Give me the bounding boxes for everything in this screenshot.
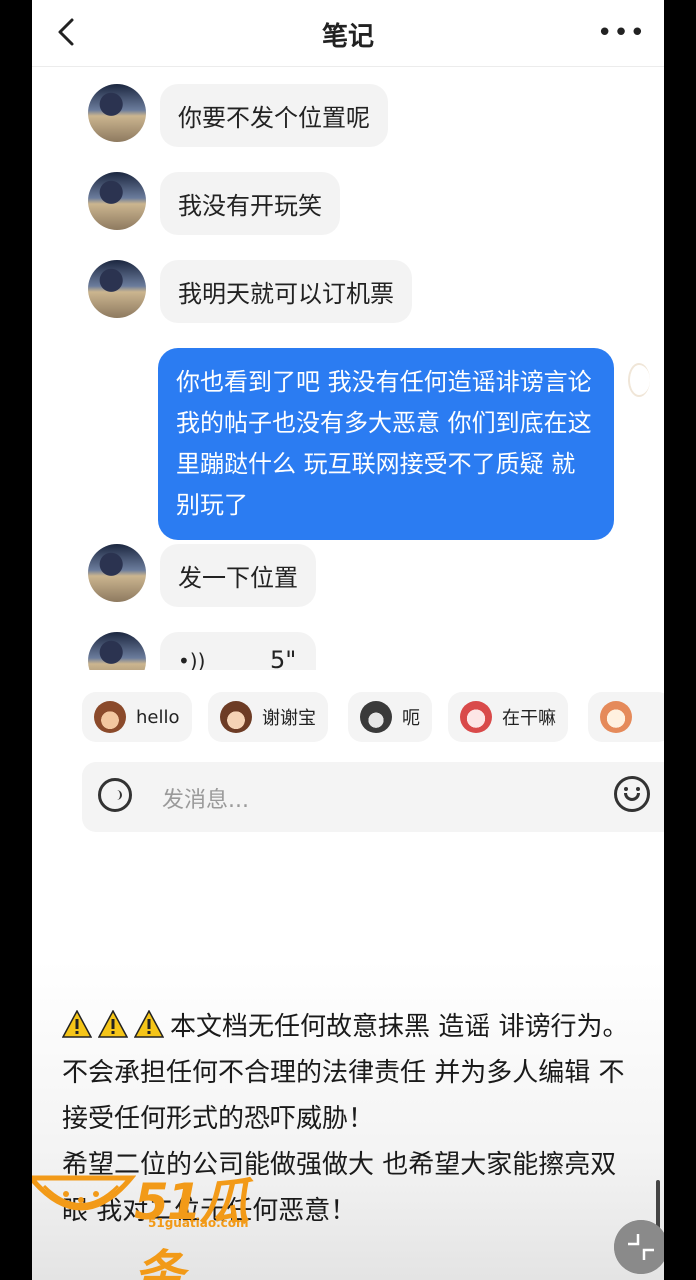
warning-icon — [98, 1010, 128, 1038]
cat-sticker-icon — [360, 701, 392, 733]
phone-screen: 笔记 ••• 你要不发个位置呢 我没有开玩笑 我明天就可以订机票 你也看到了吧 … — [32, 0, 664, 1280]
top-bar: 笔记 ••• — [32, 0, 664, 67]
girl-sticker-icon — [220, 701, 252, 733]
incoming-message: 我明天就可以订机票 — [160, 260, 412, 323]
quick-reply-label: hello — [136, 706, 180, 728]
quick-reply-label: 谢谢宝 — [262, 708, 316, 729]
watermark-logo: 51瓜条 51guatiao.com — [32, 1160, 286, 1280]
quick-reply-more[interactable] — [588, 692, 664, 742]
outgoing-message: 你也看到了吧 我没有任何造谣诽谤言论 我的帖子也没有多大恶意 你们到底在这里蹦跶… — [158, 348, 614, 540]
avatar[interactable] — [88, 84, 146, 142]
monkey-sticker-icon — [94, 701, 126, 733]
message-input[interactable]: 发消息... — [162, 782, 249, 814]
watermelon-logo-icon — [32, 1175, 136, 1211]
avatar[interactable] — [88, 172, 146, 230]
more-options-icon[interactable]: ••• — [597, 20, 646, 46]
quick-reply-bar: hello 谢谢宝 呃 在干嘛 — [32, 692, 664, 746]
incoming-message: 我没有开玩笑 — [160, 172, 340, 235]
voice-wave-icon: •)) — [178, 649, 206, 670]
right-letterbox — [664, 0, 696, 1280]
message-input-bar: 发消息... — [82, 762, 664, 832]
avatar[interactable] — [88, 544, 146, 602]
voice-message[interactable]: •)) 5" — [160, 632, 316, 670]
warning-icon — [62, 1010, 92, 1038]
watermark-url: 51guatiao.com — [148, 1216, 249, 1230]
avatar[interactable] — [88, 260, 146, 318]
incoming-message: 你要不发个位置呢 — [160, 84, 388, 147]
voice-input-icon[interactable] — [98, 778, 132, 812]
reaction-icon[interactable] — [628, 363, 650, 397]
cartoon-sticker-icon — [460, 701, 492, 733]
quick-reply-label: 在干嘛 — [502, 708, 556, 729]
quick-reply-hello[interactable]: hello — [82, 692, 192, 742]
quick-reply-what-doing[interactable]: 在干嘛 — [448, 692, 568, 742]
voice-duration: 5" — [270, 646, 297, 670]
chat-thread: 你要不发个位置呢 我没有开玩笑 我明天就可以订机票 你也看到了吧 我没有任何造谣… — [32, 66, 664, 670]
sticker-icon — [600, 701, 632, 733]
emoji-icon[interactable] — [614, 776, 650, 812]
quick-reply-uh[interactable]: 呃 — [348, 692, 432, 742]
quick-reply-thanks[interactable]: 谢谢宝 — [208, 692, 328, 742]
avatar[interactable] — [88, 632, 146, 670]
incoming-message: 发一下位置 — [160, 544, 316, 607]
collapse-icon[interactable] — [614, 1220, 664, 1274]
quick-reply-label: 呃 — [402, 708, 420, 729]
page-title: 笔记 — [321, 22, 374, 52]
warning-icon — [134, 1010, 164, 1038]
left-letterbox — [0, 0, 32, 1280]
